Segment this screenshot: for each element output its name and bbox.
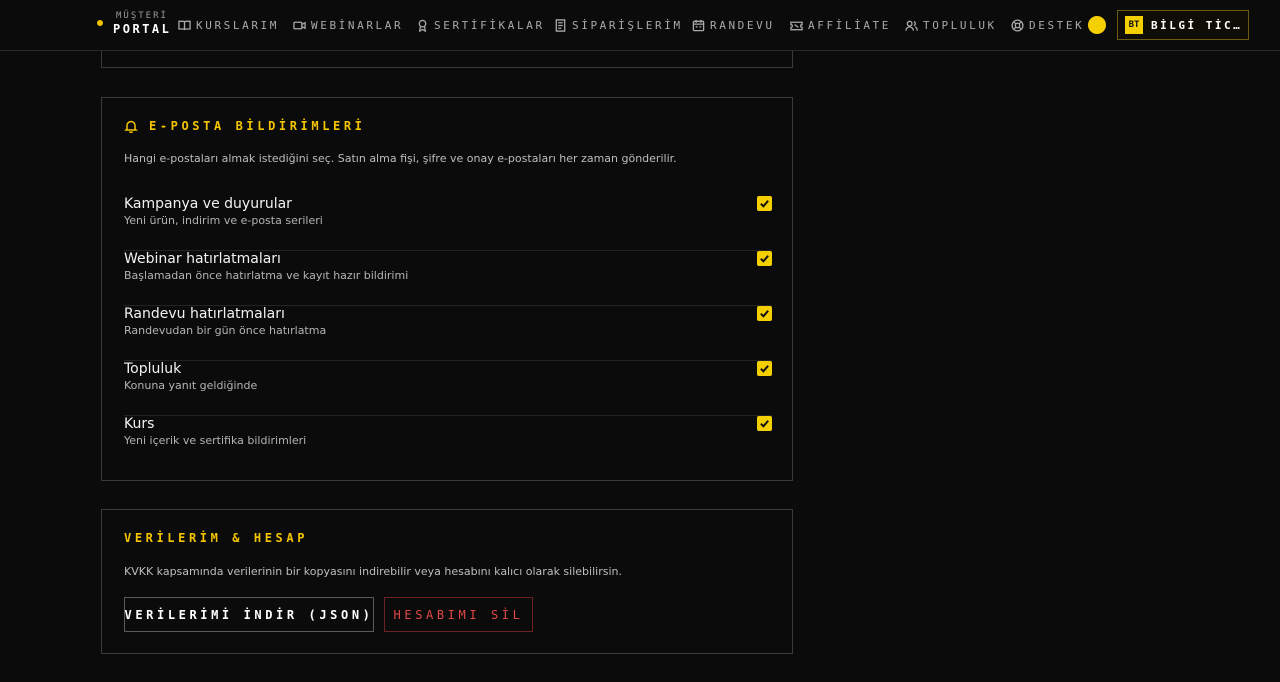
user-name: BİLGİ TİCARET [1151, 18, 1243, 32]
nav-label: TOPLULUK [923, 18, 997, 32]
nav-item-affiliate[interactable]: AFFİLİATE [790, 16, 891, 34]
pref-subtitle: Başlamadan önce hatırlatma ve kayıt hazı… [124, 269, 409, 282]
nav-label: DESTEK [1029, 18, 1085, 32]
checkmark-icon [760, 255, 769, 263]
bell-icon [124, 120, 138, 133]
pref-title: Topluluk [124, 361, 182, 377]
pref-subtitle: Randevudan bir gün önce hatırlatma [124, 324, 327, 337]
users-icon [905, 20, 918, 31]
avatar: BT [1125, 16, 1143, 34]
pref-checkbox-webinar[interactable] [757, 251, 772, 266]
nav-item-destek[interactable]: DESTEK [1011, 16, 1084, 34]
nav-label: WEBİNARLAR [311, 18, 404, 32]
pref-title: Webinar hatırlatmaları [124, 251, 281, 267]
user-menu-button[interactable]: BT BİLGİ TİCARET [1117, 10, 1249, 40]
calendar-icon [692, 19, 705, 31]
ticket-icon [790, 21, 803, 30]
nav-label: SERTİFİKALAR [434, 18, 545, 32]
pref-title: Kampanya ve duyurular [124, 196, 292, 212]
email-notifications-card: E-POSTA BİLDİRİMLERİ Hangi e-postaları a… [101, 97, 793, 481]
pref-checkbox-randevu[interactable] [757, 306, 772, 321]
nav-item-kurslarim[interactable]: KURSLARIM [178, 16, 279, 34]
nav-label: KURSLARIM [196, 18, 280, 32]
nav-label: RANDEVU [710, 18, 775, 32]
pref-checkbox-kurs[interactable] [757, 416, 772, 431]
brand-logo[interactable]: MÜŞTERİ PORTAL [97, 10, 171, 36]
pref-title: Kurs [124, 416, 155, 432]
nav-item-webinarlar[interactable]: WEBİNARLAR [293, 16, 403, 34]
award-icon [418, 19, 427, 32]
pref-checkbox-topluluk[interactable] [757, 361, 772, 376]
checkmark-icon [760, 310, 769, 318]
email-notifications-heading: E-POSTA BİLDİRİMLERİ [124, 119, 366, 133]
video-icon [293, 21, 306, 29]
data-account-card: VERİLERİM & HESAP KVKK kapsamında verile… [101, 509, 793, 654]
pref-subtitle: Konuna yanıt geldiğinde [124, 379, 258, 392]
receipt-icon [555, 18, 566, 32]
pref-subtitle: Yeni içerik ve sertifika bildirimleri [124, 434, 307, 447]
brand-title: PORTAL [113, 22, 172, 36]
data-account-heading: VERİLERİM & HESAP [124, 531, 309, 545]
pref-subtitle: Yeni ürün, indirim ve e-posta serileri [124, 214, 323, 227]
checkmark-icon [760, 365, 769, 373]
pref-row-randevu: Randevu hatırlatmaları Randevudan bir gü… [124, 306, 772, 361]
checkmark-icon [760, 200, 769, 208]
theme-toggle-button[interactable] [1088, 16, 1106, 34]
nav-item-topluluk[interactable]: TOPLULUK [905, 16, 997, 34]
pref-row-webinar: Webinar hatırlatmaları Başlamadan önce h… [124, 251, 772, 306]
nav-item-randevu[interactable]: RANDEVU [692, 16, 775, 34]
pref-row-topluluk: Topluluk Konuna yanıt geldiğinde [124, 361, 772, 416]
brand-dot-icon [97, 20, 103, 26]
top-navigation-bar: MÜŞTERİ PORTAL KURSLARIM WEBİNARLAR SERT… [0, 0, 1280, 51]
pref-row-kurs: Kurs Yeni içerik ve sertifika bildirimle… [124, 416, 772, 471]
pref-checkbox-kampanya[interactable] [757, 196, 772, 211]
nav-item-sertifikalar[interactable]: SERTİFİKALAR [416, 16, 545, 34]
brand-subtitle: MÜŞTERİ [116, 11, 168, 21]
nav-label: AFFİLİATE [808, 18, 892, 32]
lifebuoy-icon [1011, 18, 1024, 32]
pref-row-kampanya: Kampanya ve duyurular Yeni ürün, indirim… [124, 196, 772, 251]
data-account-description: KVKK kapsamında verilerinin bir kopyasın… [124, 565, 622, 578]
checkmark-icon [760, 420, 769, 428]
pref-title: Randevu hatırlatmaları [124, 306, 285, 322]
email-notifications-description: Hangi e-postaları almak istediğini seç. … [124, 152, 677, 165]
export-data-button[interactable]: VERİLERİMİ İNDİR (JSON) [124, 597, 374, 632]
nav-item-siparislerim[interactable]: SİPARİŞLERİM [554, 16, 683, 34]
delete-account-button[interactable]: HESABIMI SİL [384, 597, 533, 632]
section-title: E-POSTA BİLDİRİMLERİ [149, 119, 366, 133]
book-icon [178, 20, 191, 30]
nav-label: SİPARİŞLERİM [572, 18, 683, 32]
